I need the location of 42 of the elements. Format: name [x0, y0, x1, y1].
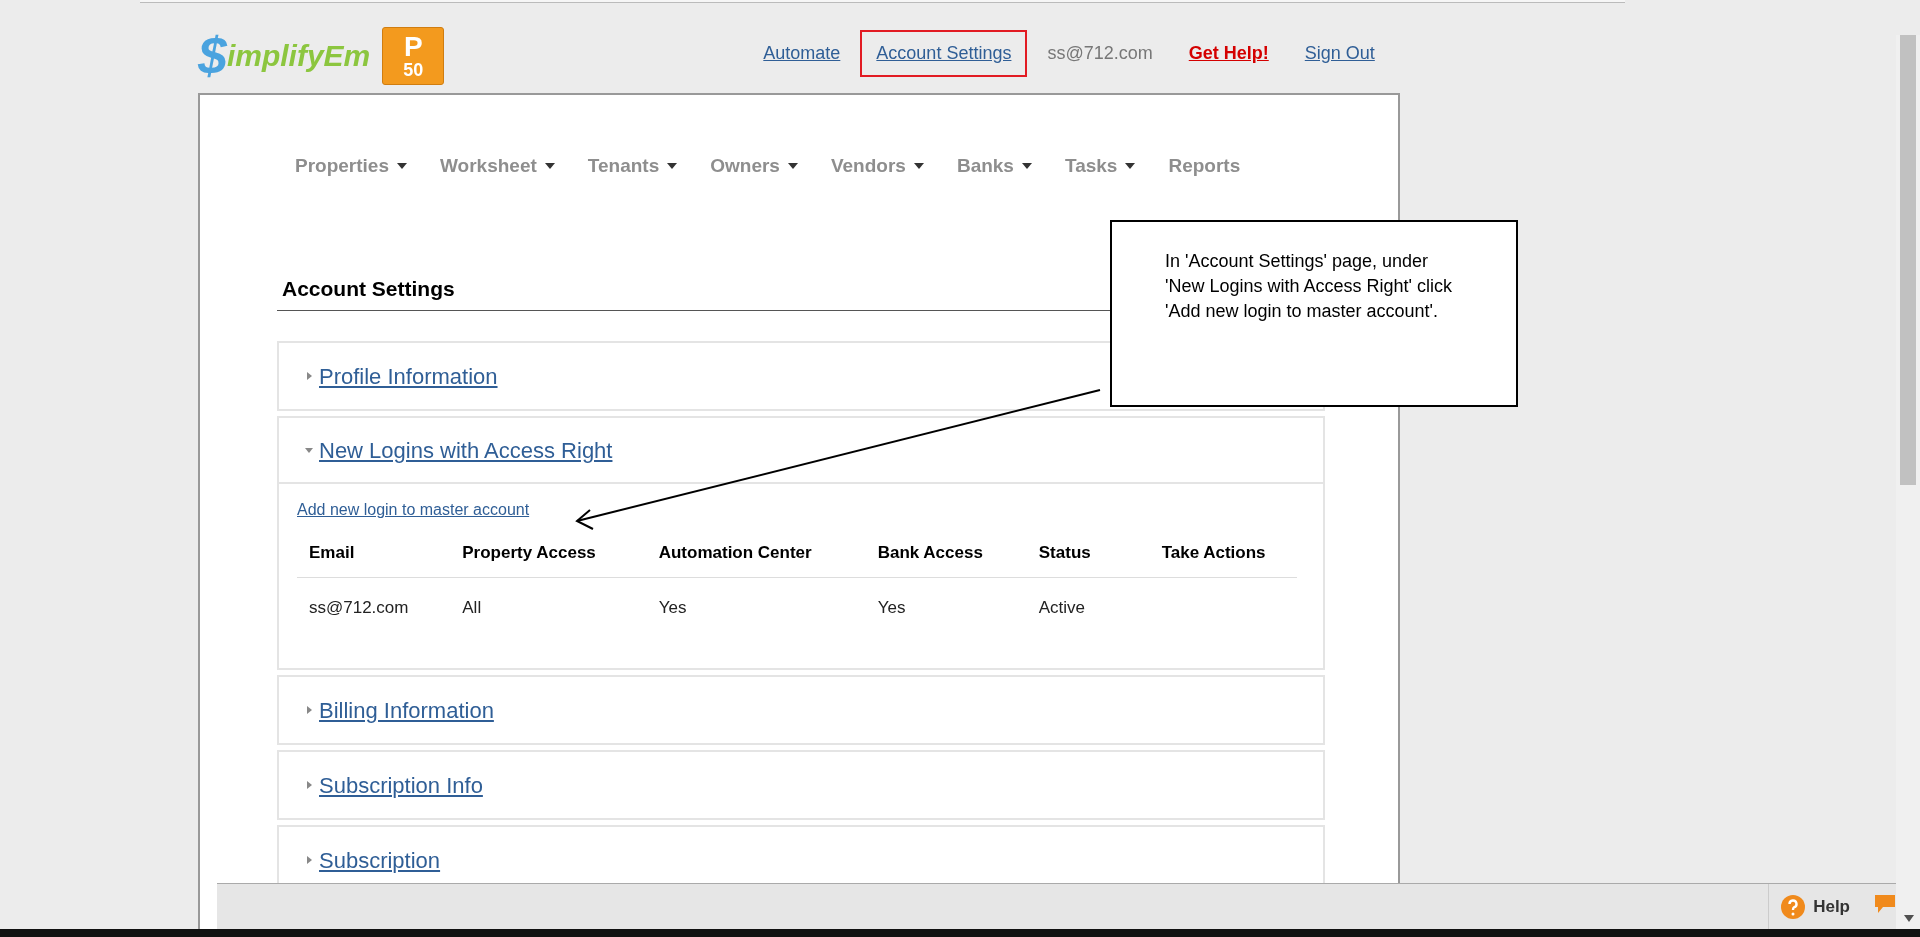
help-button[interactable]: Help — [1813, 893, 1850, 920]
caret-right-icon — [305, 706, 313, 714]
page-title: Account Settings — [282, 275, 455, 302]
column-header: Automation Center — [657, 541, 813, 564]
menu-item[interactable]: Owners — [710, 152, 798, 181]
menu-item[interactable]: Vendors — [830, 152, 924, 181]
plan-badge: P 50 — [382, 27, 445, 85]
column-header: Property Access — [461, 541, 597, 564]
section-title-link[interactable]: Subscription — [319, 843, 441, 877]
help-icon — [1781, 894, 1806, 919]
add-login-link[interactable]: Add new login to master account — [297, 501, 530, 518]
menu-item[interactable]: Banks — [956, 152, 1032, 181]
menu-item[interactable]: Properties — [295, 152, 407, 181]
menu-item[interactable]: Worksheet — [440, 152, 555, 181]
column-header: Take Actions — [1160, 541, 1267, 564]
column-header: Status — [1037, 541, 1092, 564]
table-cell: ss@712.com — [309, 598, 409, 618]
table-cell: Active — [1038, 598, 1086, 618]
section-title-link[interactable]: Subscription Info — [319, 768, 483, 802]
caret-right-icon — [305, 372, 313, 380]
section-title-link[interactable]: Profile Information — [319, 359, 498, 393]
user-email: ss@712.com — [1046, 42, 1154, 65]
table-cell: Yes — [877, 598, 906, 618]
section-title-link[interactable]: Billing Information — [319, 693, 494, 727]
section-title-link[interactable]: New Logins with Access Right — [319, 433, 613, 467]
callout-text: In 'Account Settings' page, under 'New Logins with Access Right' click 'Add new login to master account'. — [1165, 250, 1453, 323]
caret-right-icon — [305, 781, 313, 789]
table-cell: Yes — [658, 598, 687, 618]
caret-down-icon — [305, 446, 313, 454]
scroll-down-icon[interactable] — [1904, 915, 1914, 922]
menu-item[interactable]: Tasks — [1064, 152, 1136, 181]
chat-icon[interactable] — [1874, 893, 1896, 915]
header-link[interactable]: Automate — [747, 30, 857, 77]
header-link[interactable]: Sign Out — [1288, 30, 1391, 77]
menu-item[interactable]: Tenants — [587, 152, 678, 181]
header-link[interactable]: Account Settings — [860, 30, 1028, 77]
column-header: Bank Access — [876, 541, 984, 564]
table-cell: All — [462, 598, 482, 618]
caret-right-icon — [305, 856, 313, 864]
column-header: Email — [308, 541, 356, 564]
menu-item[interactable]: Reports — [1168, 152, 1241, 181]
header-link[interactable]: Get Help! — [1172, 30, 1285, 77]
